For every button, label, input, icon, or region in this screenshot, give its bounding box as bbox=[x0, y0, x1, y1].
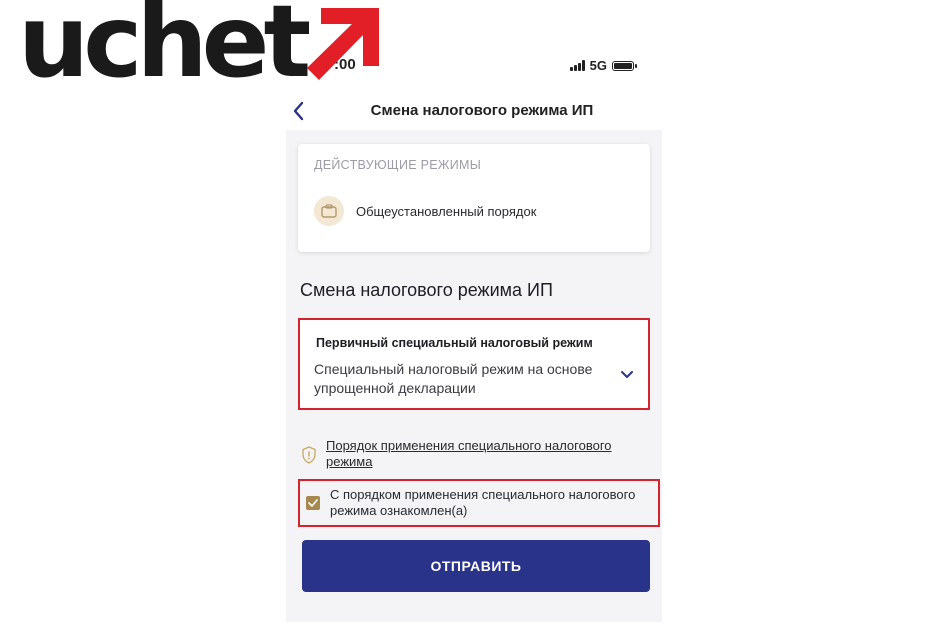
network-type: 5G bbox=[589, 58, 607, 73]
acknowledge-checkbox[interactable] bbox=[306, 496, 320, 510]
rules-link-row: Порядок применения специального налогово… bbox=[302, 438, 652, 470]
select-value: Специальный налоговый режим на основе уп… bbox=[314, 361, 593, 396]
regime-icon bbox=[314, 196, 344, 226]
submit-button[interactable]: ОТПРАВИТЬ bbox=[302, 540, 650, 592]
card-heading: ДЕЙСТВУЮЩИЕ РЕЖИМЫ bbox=[314, 158, 482, 172]
status-indicators: 5G bbox=[569, 58, 637, 73]
phone-screen: :00 5G Смена налогового режима ИП ДЕЙСТВ… bbox=[282, 42, 666, 622]
acknowledge-row: С порядком применения специального налог… bbox=[298, 479, 660, 527]
select-label: Первичный специальный налоговый режим bbox=[316, 336, 593, 350]
checkbox-label: С порядком применения специального налог… bbox=[330, 487, 636, 518]
content-area: ДЕЙСТВУЮЩИЕ РЕЖИМЫ Общеустановленный пор… bbox=[286, 130, 662, 622]
battery-icon bbox=[612, 60, 637, 71]
checkmark-icon bbox=[308, 499, 318, 507]
chevron-down-icon[interactable] bbox=[620, 370, 634, 380]
list-item: Общеустановленный порядок bbox=[314, 196, 536, 226]
section-title: Смена налогового режима ИП bbox=[300, 280, 553, 300]
regime-select[interactable]: Первичный специальный налоговый режим Сп… bbox=[298, 318, 650, 410]
page-title: Смена налогового режима ИП bbox=[370, 102, 594, 119]
uchet-logo: uchet bbox=[18, 0, 380, 100]
shield-icon bbox=[302, 446, 316, 464]
regime-label: Общеустановленный порядок bbox=[356, 203, 537, 219]
logo-text: uchet bbox=[18, 0, 311, 100]
rules-link[interactable]: Порядок применения специального налогово… bbox=[326, 438, 652, 470]
nav-bar: Смена налогового режима ИП bbox=[282, 94, 666, 130]
current-regimes-card: ДЕЙСТВУЮЩИЕ РЕЖИМЫ Общеустановленный пор… bbox=[298, 144, 650, 252]
arrow-up-right-icon bbox=[307, 8, 380, 80]
signal-icon bbox=[569, 60, 585, 71]
